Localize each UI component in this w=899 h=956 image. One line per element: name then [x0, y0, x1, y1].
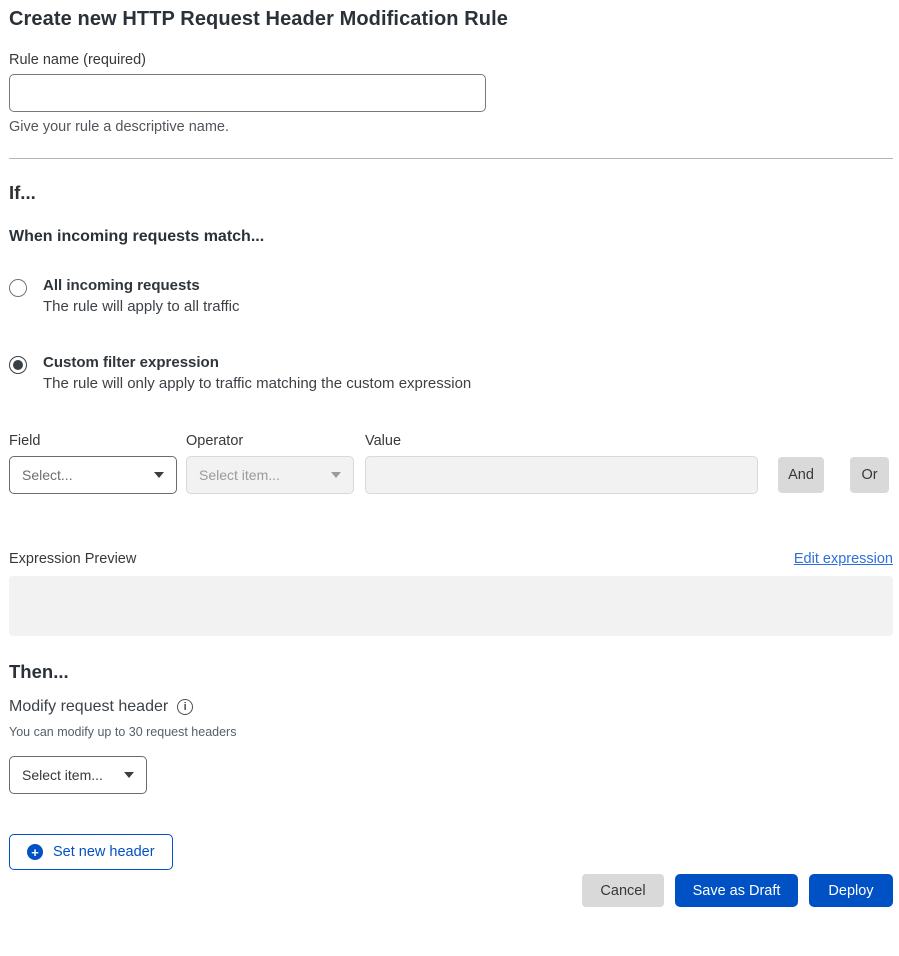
radio-custom-expression-label[interactable]: Custom filter expression [43, 354, 471, 371]
radio-custom-expression[interactable] [9, 356, 27, 374]
rule-name-block: Rule name (required) Give your rule a de… [9, 52, 893, 135]
radio-texts: All incoming requests The rule will appl… [43, 277, 239, 315]
radio-option-all-requests[interactable]: All incoming requests The rule will appl… [9, 277, 893, 315]
if-heading: If... [9, 182, 893, 204]
operator-select[interactable]: Select item... [186, 456, 354, 494]
set-new-header-label: Set new header [53, 844, 155, 860]
field-select-value: Select... [22, 467, 73, 483]
then-heading: Then... [9, 661, 893, 683]
expression-builder-labels: Field Operator Value [9, 433, 893, 449]
chevron-down-icon [331, 472, 341, 478]
radio-dot [13, 360, 23, 370]
info-icon[interactable]: i [177, 699, 193, 715]
deploy-button[interactable]: Deploy [809, 874, 893, 907]
operator-label: Operator [186, 433, 365, 449]
radio-all-requests-description: The rule will apply to all traffic [43, 298, 239, 315]
set-new-header-button[interactable]: + Set new header [9, 834, 173, 870]
header-action-select-value: Select item... [22, 767, 103, 783]
operator-select-value: Select item... [199, 467, 280, 483]
expression-preview-box [9, 576, 893, 636]
match-subheading: When incoming requests match... [9, 228, 893, 246]
chevron-down-icon [154, 472, 164, 478]
rule-name-helper: Give your rule a descriptive name. [9, 119, 893, 135]
save-as-draft-button[interactable]: Save as Draft [675, 874, 798, 907]
modify-header-helper: You can modify up to 30 request headers [9, 725, 893, 739]
chevron-down-icon [124, 772, 134, 778]
value-label: Value [365, 433, 401, 449]
radio-all-requests-label[interactable]: All incoming requests [43, 277, 239, 294]
or-button[interactable]: Or [850, 457, 889, 493]
expression-builder-row: Select... Select item... And Or [9, 456, 893, 494]
modify-header-row: Modify request header i [9, 698, 893, 716]
rule-name-input[interactable] [9, 74, 486, 112]
and-button[interactable]: And [778, 457, 824, 493]
modify-request-header-label: Modify request header [9, 698, 168, 716]
edit-expression-link[interactable]: Edit expression [794, 551, 893, 567]
cancel-button[interactable]: Cancel [582, 874, 664, 907]
radio-texts: Custom filter expression The rule will o… [43, 354, 471, 392]
expression-preview-header: Expression Preview Edit expression [9, 551, 893, 567]
plus-icon: + [27, 844, 43, 860]
value-input[interactable] [365, 456, 758, 494]
radio-option-custom-expression[interactable]: Custom filter expression The rule will o… [9, 354, 893, 392]
radio-all-requests[interactable] [9, 279, 27, 297]
radio-custom-expression-description: The rule will only apply to traffic matc… [43, 375, 471, 392]
field-select[interactable]: Select... [9, 456, 177, 494]
section-divider [9, 158, 893, 159]
create-rule-page: Create new HTTP Request Header Modificat… [0, 0, 899, 907]
rule-name-label: Rule name (required) [9, 52, 893, 68]
footer-actions: Cancel Save as Draft Deploy [9, 874, 893, 907]
expression-preview-label: Expression Preview [9, 551, 136, 567]
page-title: Create new HTTP Request Header Modificat… [9, 8, 893, 31]
field-label: Field [9, 433, 186, 449]
header-action-select[interactable]: Select item... [9, 756, 147, 794]
